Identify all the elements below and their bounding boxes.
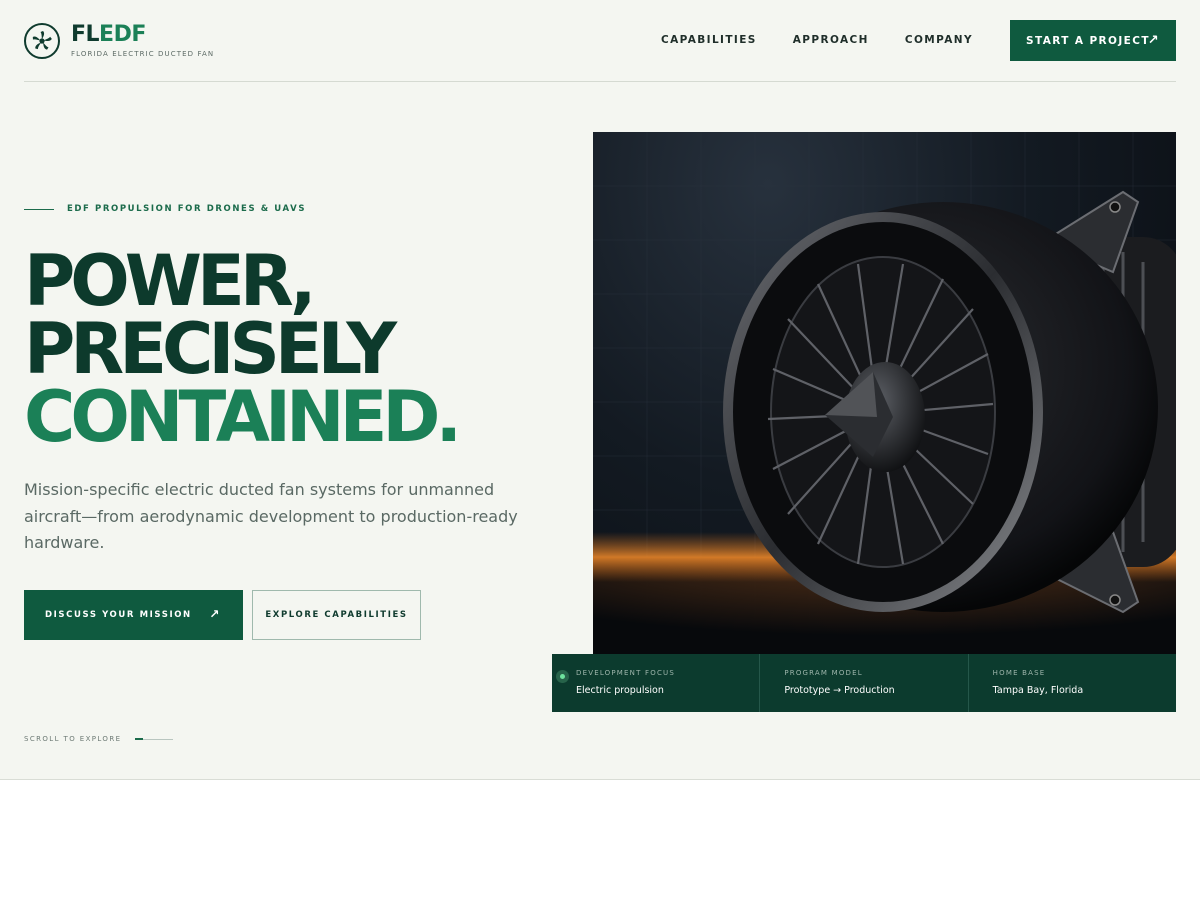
headline-line-3: CONTAINED.	[24, 376, 462, 458]
headline-line-1: POWER,	[24, 240, 317, 322]
stat-program-model: PROGRAM MODEL Prototype → Production	[759, 654, 967, 712]
arrow-up-right-icon: ↗	[1147, 33, 1160, 48]
brand-tagline: FLORIDA ELECTRIC DUCTED FAN	[71, 50, 215, 58]
eyebrow-line	[24, 208, 54, 210]
stat-label: PROGRAM MODEL	[784, 669, 863, 677]
scroll-label: SCROLL TO EXPLORE	[24, 735, 122, 743]
brand-name: FLEDF	[71, 22, 214, 48]
eyebrow-text: EDF PROPULSION FOR DRONES & UAVS	[67, 204, 307, 214]
stat-value: Tampa Bay, Florida	[992, 685, 1084, 696]
stat-value: Prototype → Production	[784, 685, 895, 696]
start-project-button[interactable]: START A PROJECT ↗	[1010, 20, 1176, 61]
brand-name-edf: EDF	[99, 22, 146, 47]
hero-headline: POWER, PRECISELY CONTAINED.	[24, 240, 462, 458]
eyebrow: EDF PROPULSION FOR DRONES & UAVS	[24, 204, 306, 214]
explore-capabilities-label: EXPLORE CAPABILITIES	[265, 610, 408, 620]
stat-development-focus: DEVELOPMENT FOCUS Electric propulsion	[552, 654, 759, 712]
stat-value: Electric propulsion	[576, 685, 664, 696]
logo[interactable]: FLEDF FLORIDA ELECTRIC DUCTED FAN	[24, 22, 215, 59]
main-nav: CAPABILITIES APPROACH COMPANY	[625, 34, 973, 46]
ducted-fan-image	[593, 132, 1176, 655]
start-project-label: START A PROJECT	[1026, 34, 1150, 47]
hero-subcopy: Mission-specific electric ducted fan sys…	[24, 480, 518, 552]
brand-name-fl: FL	[71, 22, 100, 47]
scroll-indicator[interactable]: SCROLL TO EXPLORE	[24, 735, 174, 743]
nav-capabilities[interactable]: CAPABILITIES	[661, 34, 757, 46]
hero-section: FLEDF FLORIDA ELECTRIC DUCTED FAN CAPABI…	[0, 0, 1200, 780]
stat-label: DEVELOPMENT FOCUS	[576, 669, 675, 677]
status-dot-icon	[556, 670, 569, 683]
discuss-mission-label: DISCUSS YOUR MISSION	[45, 610, 192, 620]
fan-logo-icon	[24, 23, 60, 59]
scroll-track	[135, 738, 174, 740]
explore-capabilities-button[interactable]: EXPLORE CAPABILITIES	[252, 590, 421, 640]
nav-company[interactable]: COMPANY	[905, 34, 973, 46]
nav-approach[interactable]: APPROACH	[793, 34, 869, 46]
arrow-up-right-icon: ↗	[209, 607, 221, 621]
site-header: FLEDF FLORIDA ELECTRIC DUCTED FAN CAPABI…	[24, 0, 1176, 82]
stat-home-base: HOME BASE Tampa Bay, Florida	[967, 654, 1176, 712]
stats-bar: DEVELOPMENT FOCUS Electric propulsion PR…	[552, 654, 1176, 712]
discuss-mission-button[interactable]: DISCUSS YOUR MISSION ↗	[24, 590, 243, 640]
stat-label: HOME BASE	[992, 669, 1046, 677]
headline-line-2: PRECISELY	[24, 308, 397, 390]
